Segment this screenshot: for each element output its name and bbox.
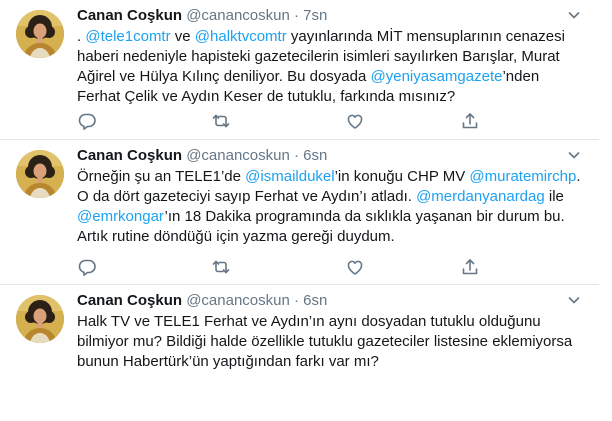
timestamp[interactable]: 6sn [303, 292, 327, 309]
reply-icon[interactable] [77, 257, 97, 277]
mention-link[interactable]: @emrkongar [77, 208, 164, 225]
avatar[interactable] [16, 150, 64, 198]
tweet-actions [77, 257, 480, 277]
timestamp[interactable]: 6sn [303, 147, 327, 164]
tweet-text: . @tele1comtr ve @halktvcomtr yayınların… [77, 27, 582, 107]
tweet-text-segment: ’in konuğu CHP MV [334, 168, 470, 185]
timestamp[interactable]: 7sn [303, 7, 327, 24]
mention-link[interactable]: @muratemirchp [469, 168, 576, 185]
separator-dot: · [293, 147, 299, 164]
tweet-header: Canan Coşkun @canancoskun · 6sn [77, 146, 327, 166]
mention-link[interactable]: @yeniyasamgazete [371, 68, 503, 85]
retweet-icon[interactable] [211, 257, 231, 277]
tweet-text-segment: Halk TV ve TELE1 Ferhat ve Aydın’ın aynı… [77, 313, 573, 370]
tweet-text: Halk TV ve TELE1 Ferhat ve Aydın’ın aynı… [77, 312, 582, 372]
tweet-text-segment: ile [544, 188, 564, 205]
tweet[interactable]: Canan Coşkun @canancoskun · 6sn Halk TV … [0, 285, 612, 421]
like-icon[interactable] [345, 111, 365, 131]
like-icon[interactable] [345, 257, 365, 277]
avatar[interactable] [16, 10, 64, 58]
tweet-text-segment: ve [170, 28, 195, 45]
avatar[interactable] [16, 295, 64, 343]
chevron-down-icon[interactable] [567, 8, 581, 22]
share-icon[interactable] [460, 257, 480, 277]
tweet[interactable]: Canan Coşkun @canancoskun · 7sn . @tele1… [0, 0, 612, 140]
retweet-icon[interactable] [211, 111, 231, 131]
chevron-down-icon[interactable] [567, 293, 581, 307]
mention-link[interactable]: @merdanyanardag [416, 188, 545, 205]
author-name[interactable]: Canan Coşkun [77, 7, 182, 24]
mention-link[interactable]: @halktvcomtr [195, 28, 287, 45]
tweet-actions [77, 111, 480, 131]
mention-link[interactable]: @ismaildukel [245, 168, 334, 185]
mention-link[interactable]: @tele1comtr [85, 28, 170, 45]
author-handle[interactable]: @canancoskun [186, 292, 290, 309]
separator-dot: · [293, 7, 299, 24]
author-handle[interactable]: @canancoskun [186, 147, 290, 164]
author-handle[interactable]: @canancoskun [186, 7, 290, 24]
author-name[interactable]: Canan Coşkun [77, 292, 182, 309]
author-name[interactable]: Canan Coşkun [77, 147, 182, 164]
tweet-header: Canan Coşkun @canancoskun · 7sn [77, 6, 327, 26]
reply-icon[interactable] [77, 111, 97, 131]
tweet-header: Canan Coşkun @canancoskun · 6sn [77, 291, 327, 311]
tweet[interactable]: Canan Coşkun @canancoskun · 6sn Örneğin … [0, 140, 612, 285]
chevron-down-icon[interactable] [567, 148, 581, 162]
share-icon[interactable] [460, 111, 480, 131]
separator-dot: · [293, 292, 299, 309]
tweet-text: Örneğin şu an TELE1’de @ismaildukel’in k… [77, 167, 582, 247]
tweet-text-segment: Örneğin şu an TELE1’de [77, 168, 246, 185]
